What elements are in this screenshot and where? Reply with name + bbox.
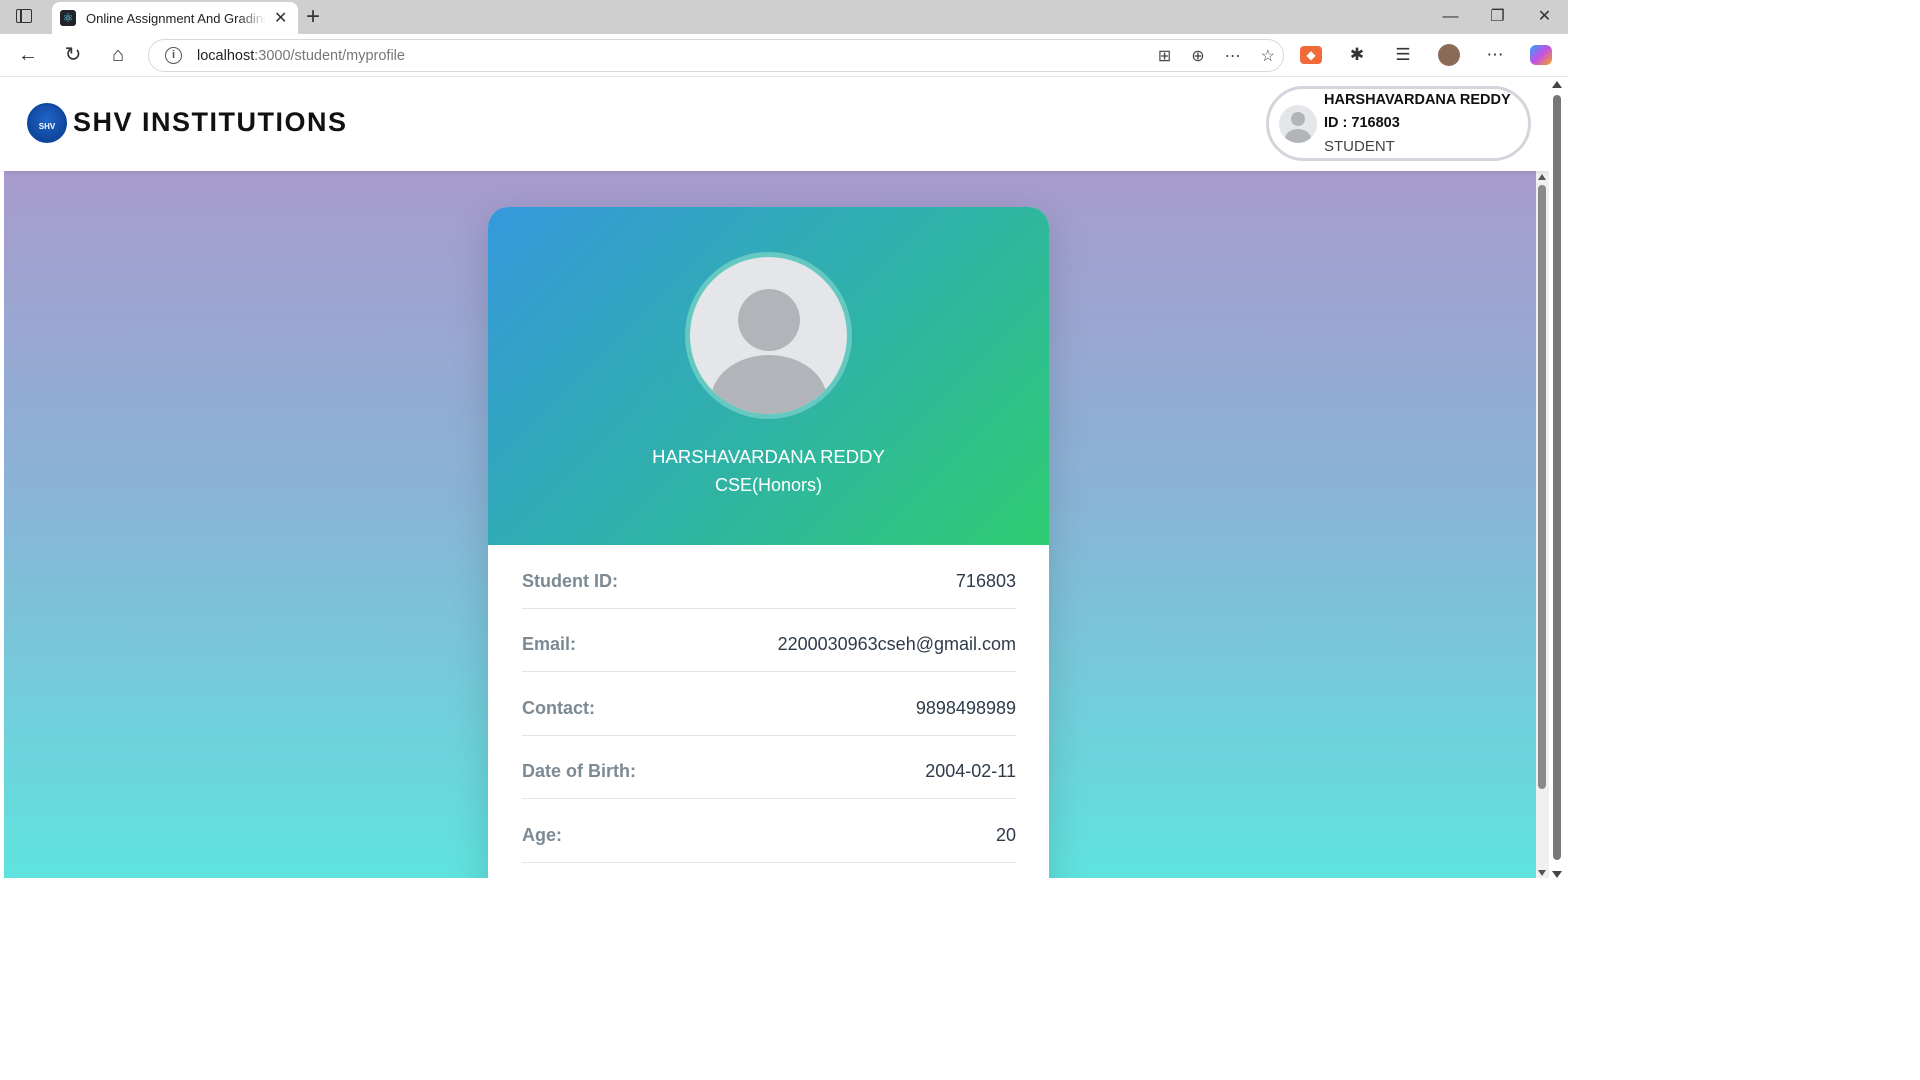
scroll-down-arrow[interactable] [1538,870,1546,876]
favorite-star-icon[interactable]: ☆ [1261,46,1275,66]
detail-value: 2200030963cseh@gmail.com [777,634,1016,655]
detail-label: Student ID: [522,570,618,591]
url-host: localhost [197,48,255,64]
settings-more-icon[interactable]: ⋯ [1484,45,1506,65]
app-available-icon[interactable]: ⊞ [1158,46,1171,66]
detail-value: 2004-02-11 [925,761,1016,782]
window-controls: — ❐ ✕ [1427,0,1568,34]
detail-label: Contact: [522,697,595,718]
page-scroll-thumb[interactable] [1553,95,1561,860]
url-path: :3000/student/myprofile [254,48,405,64]
user-avatar-icon [1279,105,1317,143]
scroll-thumb[interactable] [1538,185,1546,789]
home-button[interactable]: ⌂ [106,44,130,66]
profile-card: HARSHAVARDANA REDDY CSE(Honors) Student … [488,207,1049,878]
user-name: HARSHAVARDANA REDDY [1324,92,1511,108]
profile-name: HARSHAVARDANA REDDY [652,446,885,467]
close-tab-icon[interactable]: ✕ [274,8,287,28]
profile-card-header: HARSHAVARDANA REDDY CSE(Honors) [488,207,1049,545]
browser-tab[interactable]: ⚛ Online Assignment And Grading System ✕ [52,2,298,34]
page-scroll-down-arrow[interactable] [1552,871,1562,878]
refresh-button[interactable]: ↻ [61,44,85,66]
new-tab-button[interactable]: + [306,3,320,31]
tab-actions-icon[interactable] [16,9,32,23]
address-bar[interactable]: i localhost:3000/student/myprofile ⊞ ⊕ ⋯… [148,39,1284,72]
url-text[interactable]: localhost:3000/student/myprofile [197,48,405,64]
extensions-bar: ◆ ✱ ☰ ⋯ [1300,44,1552,66]
browser-toolbar: ← ↻ ⌂ i localhost:3000/student/myprofile… [0,34,1568,77]
content-background: HARSHAVARDANA REDDY CSE(Honors) Student … [4,171,1536,878]
profile-details: Student ID: 716803 Email: 2200030963cseh… [522,545,1016,863]
minimize-button[interactable]: — [1427,0,1474,34]
detail-label: Email: [522,634,577,655]
profile-avatar-icon [685,252,852,419]
detail-value: 716803 [955,570,1016,591]
react-icon: ⚛ [60,10,76,26]
detail-row-dob: Date of Birth: 2004-02-11 [522,736,1016,799]
detail-label: Age: [522,824,562,845]
user-profile-badge[interactable]: HARSHAVARDANA REDDY ID : 716803 STUDENT [1266,86,1531,161]
detail-row-contact: Contact: 9898498989 [522,672,1016,736]
scroll-up-arrow[interactable] [1538,174,1546,180]
detail-value: 9898498989 [915,697,1016,718]
favorites-icon[interactable]: ☰ [1392,45,1414,65]
detail-row-student-id: Student ID: 716803 [522,545,1016,609]
restore-button[interactable]: ❐ [1474,0,1521,34]
logo-text: SHV [38,122,56,131]
tab-title: Online Assignment And Grading System [86,10,266,26]
inner-scrollbar[interactable] [1536,171,1549,878]
address-bar-actions: ⊞ ⊕ ⋯ ☆ [1158,46,1275,66]
close-window-button[interactable]: ✕ [1521,0,1568,34]
copilot-icon[interactable] [1530,45,1552,65]
browser-tab-bar: ⚛ Online Assignment And Grading System ✕… [0,0,1568,34]
page-scrollbar[interactable] [1549,77,1568,882]
profile-branch: CSE(Honors) [714,475,823,495]
brand-title: SHV INSTITUTIONS [73,107,348,137]
user-id: ID : 716803 [1324,115,1400,131]
site-header: SHV SHV INSTITUTIONS HARSHAVARDANA REDDY… [4,77,1549,171]
institution-logo[interactable]: SHV [27,103,67,143]
detail-label: Date of Birth: [522,761,636,782]
site-info-icon[interactable]: i [165,47,182,64]
detail-row-age: Age: 20 [522,799,1016,863]
more-tools-icon[interactable]: ⋯ [1225,46,1241,66]
user-role: STUDENT [1324,138,1395,155]
extensions-puzzle-icon[interactable]: ✱ [1346,45,1368,65]
profile-avatar-icon[interactable] [1438,44,1460,66]
back-button[interactable]: ← [16,44,40,66]
page-viewport: SHV SHV INSTITUTIONS HARSHAVARDANA REDDY… [4,77,1549,878]
page-scroll-up-arrow[interactable] [1552,81,1562,88]
detail-row-email: Email: 2200030963cseh@gmail.com [522,609,1016,672]
extension-icon[interactable]: ◆ [1300,46,1322,64]
detail-value: 20 [995,824,1016,845]
zoom-icon[interactable]: ⊕ [1191,46,1204,66]
